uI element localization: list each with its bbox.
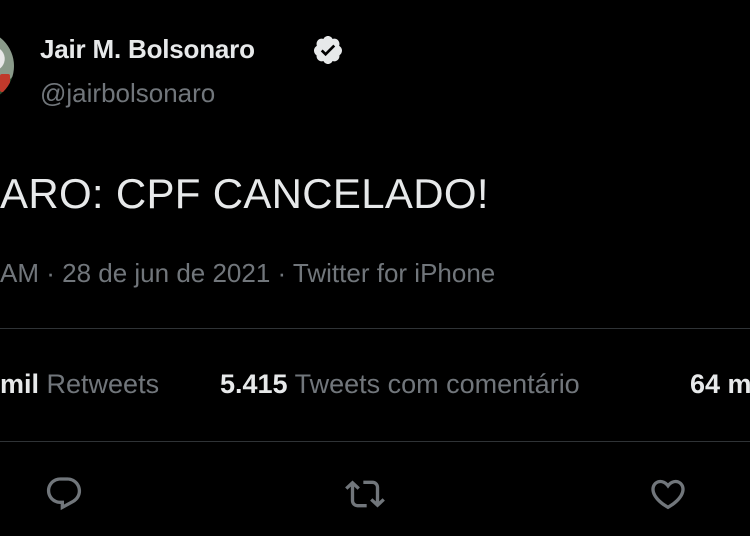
quote-tweets-label: Tweets com comentário <box>294 369 580 399</box>
avatar[interactable] <box>0 30 14 102</box>
author-handle[interactable]: @jairbolsonaro <box>40 78 215 109</box>
quote-tweets-stat[interactable]: 5.415 Tweets com comentário <box>220 369 580 400</box>
divider <box>0 328 750 329</box>
reply-button[interactable] <box>40 470 88 518</box>
retweets-label: Retweets <box>46 369 160 399</box>
divider <box>0 441 750 442</box>
tweet-card: Jair M. Bolsonaro @jairbolsonaro ARO: CP… <box>0 0 750 536</box>
author-name[interactable]: Jair M. Bolsonaro <box>40 34 255 65</box>
retweets-count: mil <box>0 369 40 399</box>
likes-stat[interactable]: 64 m <box>690 369 750 400</box>
quote-tweets-count: 5.415 <box>220 369 288 399</box>
verified-badge-icon <box>313 36 342 64</box>
heart-icon <box>651 479 685 510</box>
tweet-timestamp-source[interactable]: AM · 28 de jun de 2021 · Twitter for iPh… <box>0 258 495 289</box>
retweet-icon <box>345 480 385 508</box>
avatar-detail <box>0 74 10 92</box>
tweet-text: ARO: CPF CANCELADO! <box>0 170 489 217</box>
likes-count: 64 m <box>690 369 750 399</box>
retweet-button[interactable] <box>341 470 389 518</box>
reply-icon <box>46 477 82 511</box>
retweets-stat[interactable]: mil Retweets <box>0 369 159 400</box>
like-button[interactable] <box>644 470 692 518</box>
